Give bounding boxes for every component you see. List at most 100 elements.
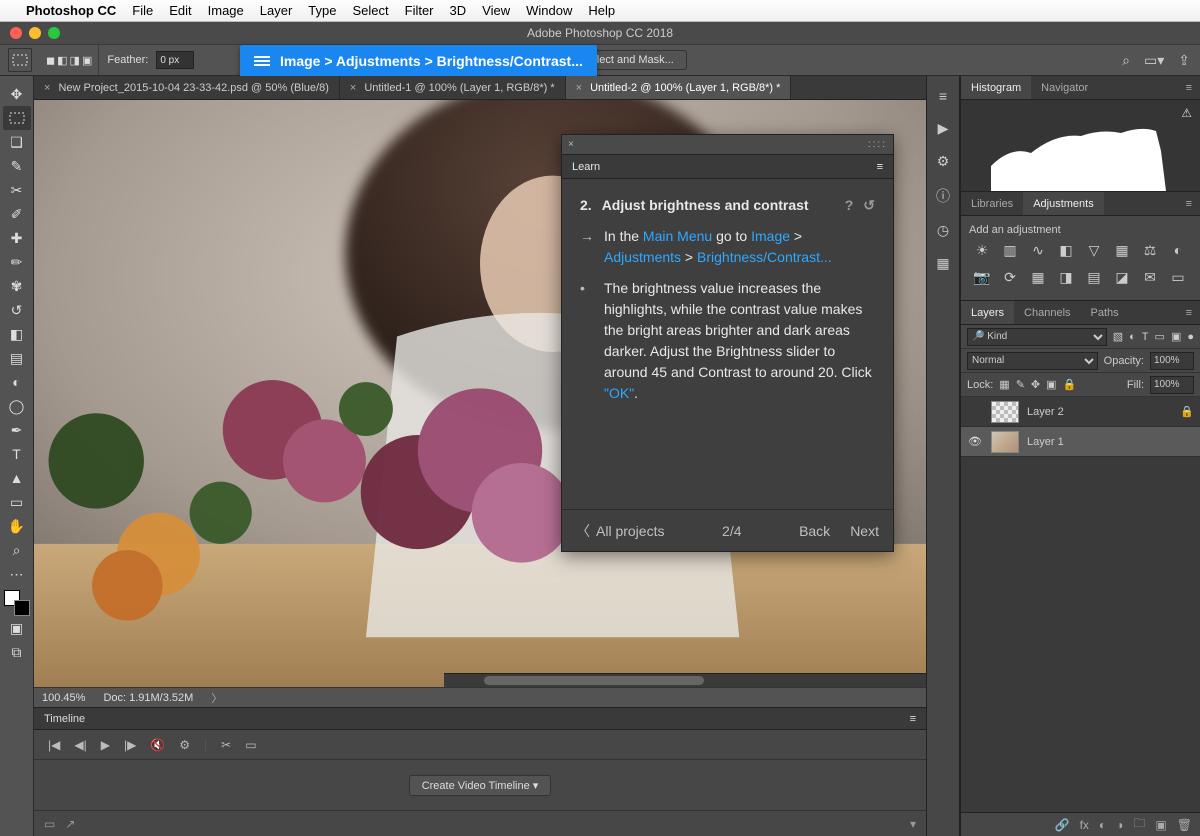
- timeline-tab[interactable]: Timeline: [44, 713, 85, 725]
- libraries-tab[interactable]: Libraries: [961, 192, 1023, 215]
- color-swatches[interactable]: [4, 590, 30, 616]
- properties-panel-icon[interactable]: ⚙: [937, 153, 950, 170]
- search-icon[interactable]: ⌕: [1122, 52, 1130, 69]
- adj-gradient-map-icon[interactable]: ▭: [1169, 269, 1187, 286]
- prev-frame-icon[interactable]: ◀|: [74, 738, 86, 752]
- filter-toggle-icon[interactable]: ●: [1187, 331, 1194, 343]
- adj-invert-icon[interactable]: ◨: [1057, 269, 1075, 286]
- window-zoom[interactable]: [48, 27, 60, 39]
- adj-channel-mixer-icon[interactable]: ⟳: [1001, 269, 1019, 286]
- play-icon[interactable]: ▶: [101, 738, 110, 752]
- mute-icon[interactable]: 🔇: [150, 738, 165, 752]
- menu-image[interactable]: Image: [208, 3, 244, 18]
- adj-curves-icon[interactable]: ∿: [1029, 242, 1047, 259]
- marquee-tool-icon[interactable]: [3, 106, 31, 130]
- history-brush-tool-icon[interactable]: ↺: [3, 298, 31, 322]
- ok-link[interactable]: "OK": [604, 385, 634, 401]
- new-fill-icon[interactable]: ◑: [1116, 818, 1123, 832]
- current-tool-icon[interactable]: [8, 48, 32, 72]
- path-select-tool-icon[interactable]: ▲: [3, 466, 31, 490]
- healing-tool-icon[interactable]: ✚: [3, 226, 31, 250]
- brush-tool-icon[interactable]: ✏: [3, 250, 31, 274]
- close-panel-icon[interactable]: ×: [562, 139, 580, 150]
- adj-color-balance-icon[interactable]: ⚖: [1141, 242, 1159, 259]
- workspace-switcher-icon[interactable]: ▭▾: [1144, 52, 1164, 69]
- adj-brightness-icon[interactable]: ☀: [973, 242, 991, 259]
- zoom-tool-icon[interactable]: ⌕: [3, 538, 31, 562]
- panel-menu-icon[interactable]: ≡: [1178, 198, 1200, 210]
- type-tool-icon[interactable]: T: [3, 442, 31, 466]
- adj-selective-color-icon[interactable]: ✉: [1141, 269, 1159, 286]
- layers-tab[interactable]: Layers: [961, 301, 1014, 324]
- layer-name[interactable]: Layer 2: [1027, 406, 1064, 418]
- window-minimize[interactable]: [29, 27, 41, 39]
- panel-menu-icon[interactable]: ≡: [877, 161, 883, 173]
- layer-row[interactable]: Layer 2 🔒: [961, 397, 1200, 427]
- next-frame-icon[interactable]: |▶: [124, 738, 136, 752]
- create-video-timeline-button[interactable]: Create Video Timeline ▾: [409, 775, 552, 796]
- menu-layer[interactable]: Layer: [260, 3, 293, 18]
- next-button[interactable]: Next: [850, 523, 879, 539]
- filter-shape-icon[interactable]: ▭: [1155, 330, 1165, 343]
- first-frame-icon[interactable]: |◀: [48, 738, 60, 752]
- adj-exposure-icon[interactable]: ◧: [1057, 242, 1075, 259]
- adj-levels-icon[interactable]: ▥: [1001, 242, 1019, 259]
- back-button[interactable]: Back: [799, 523, 830, 539]
- histogram-tab[interactable]: Histogram: [961, 76, 1031, 99]
- fill-input[interactable]: [1150, 376, 1194, 394]
- share-icon[interactable]: ⇪: [1178, 52, 1190, 69]
- menu-3d[interactable]: 3D: [450, 3, 467, 18]
- adjustments-link[interactable]: Adjustments: [604, 249, 681, 265]
- image-link[interactable]: Image: [751, 228, 790, 244]
- channels-tab[interactable]: Channels: [1014, 301, 1080, 324]
- doc-info[interactable]: Doc: 1.91M/3.52M: [103, 692, 193, 704]
- eyedropper-tool-icon[interactable]: ✐: [3, 202, 31, 226]
- filter-pixel-icon[interactable]: ▧: [1113, 330, 1123, 343]
- filter-type-icon[interactable]: T: [1142, 331, 1149, 343]
- close-tab-icon[interactable]: ×: [350, 82, 356, 94]
- menu-select[interactable]: Select: [352, 3, 388, 18]
- menu-window[interactable]: Window: [526, 3, 572, 18]
- new-group-icon[interactable]: 🗀: [1133, 814, 1145, 835]
- settings-icon[interactable]: ⚙: [179, 738, 190, 752]
- lock-paint-icon[interactable]: ✎: [1016, 378, 1025, 391]
- opacity-input[interactable]: [1150, 352, 1194, 370]
- app-menu[interactable]: Photoshop CC: [26, 3, 116, 18]
- selection-add-icon[interactable]: ◧: [57, 54, 67, 67]
- feather-input[interactable]: [156, 51, 194, 69]
- adj-hue-icon[interactable]: ▦: [1113, 242, 1131, 259]
- document-tab-3[interactable]: ×Untitled-2 @ 100% (Layer 1, RGB/8*) *: [566, 76, 792, 99]
- histogram-warning-icon[interactable]: ⚠: [1181, 106, 1192, 120]
- lasso-tool-icon[interactable]: ❑: [3, 130, 31, 154]
- adj-posterize-icon[interactable]: ▤: [1085, 269, 1103, 286]
- selection-subtract-icon[interactable]: ◨: [70, 54, 80, 67]
- transition-icon[interactable]: ▭: [245, 738, 256, 752]
- layer-fx-icon[interactable]: fx: [1080, 818, 1089, 832]
- split-icon[interactable]: ✂: [221, 738, 231, 752]
- main-menu-link[interactable]: Main Menu: [643, 228, 712, 244]
- menu-file[interactable]: File: [132, 3, 153, 18]
- adj-photo-filter-icon[interactable]: 📷: [973, 269, 991, 286]
- timeline-convert-icon[interactable]: ↗: [65, 817, 75, 831]
- layer-name[interactable]: Layer 1: [1027, 436, 1064, 448]
- selection-intersect-icon[interactable]: ▣: [82, 54, 92, 67]
- document-tab-1[interactable]: ×New Project_2015-10-04 23-33-42.psd @ 5…: [34, 76, 340, 99]
- eraser-tool-icon[interactable]: ◧: [3, 322, 31, 346]
- reset-icon[interactable]: ↺: [863, 195, 875, 216]
- learn-tab[interactable]: Learn: [572, 161, 600, 173]
- filter-smart-icon[interactable]: ▣: [1171, 330, 1181, 343]
- brightness-contrast-link[interactable]: Brightness/Contrast...: [697, 249, 832, 265]
- selection-new-icon[interactable]: ◼: [46, 54, 55, 67]
- timeline-zoom-out-icon[interactable]: ▭: [44, 817, 55, 831]
- help-icon[interactable]: ?: [845, 195, 854, 216]
- filter-adjust-icon[interactable]: ◐: [1129, 331, 1136, 343]
- history-panel-icon[interactable]: ≡: [939, 88, 947, 104]
- stamp-tool-icon[interactable]: ✾: [3, 274, 31, 298]
- horizontal-scrollbar[interactable]: [444, 673, 926, 687]
- lock-transparent-icon[interactable]: ▦: [999, 378, 1009, 391]
- paths-tab[interactable]: Paths: [1081, 301, 1129, 324]
- blur-tool-icon[interactable]: ◐: [3, 370, 31, 394]
- gradient-tool-icon[interactable]: ▤: [3, 346, 31, 370]
- move-tool-icon[interactable]: ✥: [3, 82, 31, 106]
- hand-tool-icon[interactable]: ✋: [3, 514, 31, 538]
